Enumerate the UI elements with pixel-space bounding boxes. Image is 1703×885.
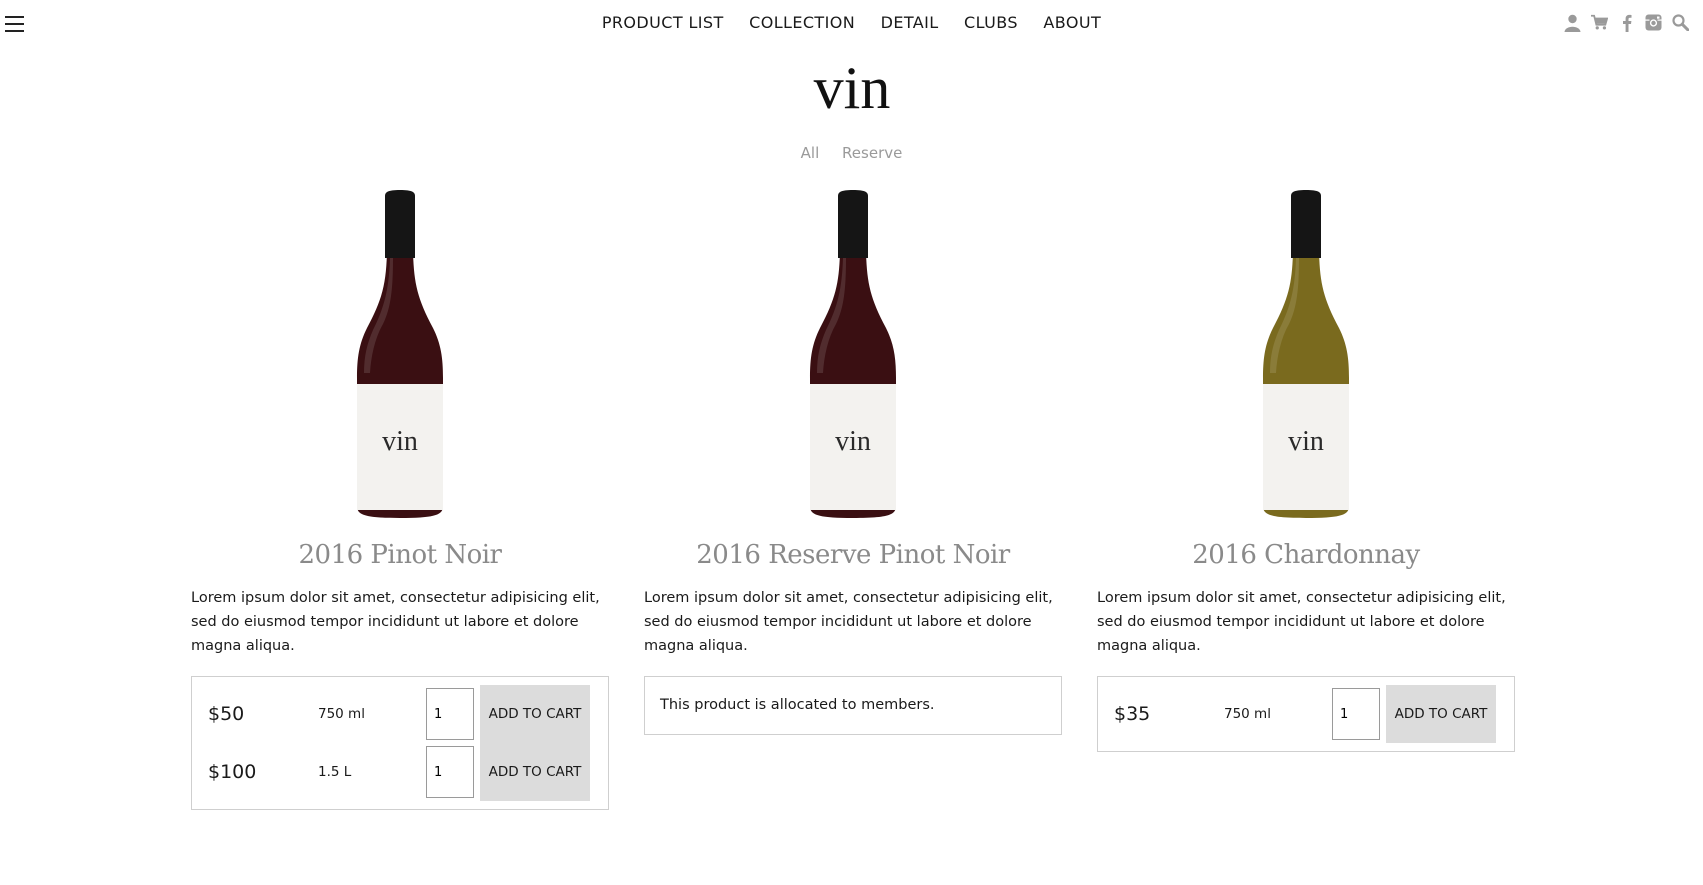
bottle-size: 750 ml <box>318 706 365 722</box>
nav-clubs[interactable]: CLUBS <box>964 13 1018 32</box>
logo-wordmark: vin <box>813 55 890 120</box>
filter-reserve[interactable]: Reserve <box>842 144 902 162</box>
bottle-label-text: vin <box>1288 426 1324 457</box>
filter-all[interactable]: All <box>801 144 820 162</box>
product-card: vin 2016 Reserve Pinot Noir Lorem ipsum … <box>644 188 1062 735</box>
vin-logo: vin <box>813 55 890 120</box>
purchase-row: $50 750 ml ADD TO CART <box>208 685 600 743</box>
nav-about[interactable]: ABOUT <box>1043 13 1101 32</box>
purchase-options: $50 750 ml ADD TO CART $100 1.5 L ADD TO… <box>191 676 609 810</box>
quantity-input[interactable] <box>426 746 474 798</box>
user-icon[interactable] <box>1564 13 1581 32</box>
bottle-label-text: vin <box>835 426 871 457</box>
bottle-size: 1.5 L <box>318 764 352 780</box>
product-image[interactable]: vin <box>191 188 609 528</box>
utility-icons <box>1564 13 1689 32</box>
purchase-row: $35 750 ml ADD TO CART <box>1114 685 1506 743</box>
nav-collection[interactable]: COLLECTION <box>749 13 855 32</box>
product-image[interactable]: vin <box>1097 188 1515 528</box>
nav-product-list[interactable]: PRODUCT LIST <box>602 13 724 32</box>
instagram-icon[interactable] <box>1645 13 1662 32</box>
bottle-capsule <box>1291 190 1321 258</box>
search-icon[interactable] <box>1672 13 1689 32</box>
product-card: vin 2016 Pinot Noir Lorem ipsum dolor si… <box>191 188 609 810</box>
price: $100 <box>208 761 257 783</box>
product-card: vin 2016 Chardonnay Lorem ipsum dolor si… <box>1097 188 1515 752</box>
product-image[interactable]: vin <box>644 188 1062 528</box>
cart-icon[interactable] <box>1591 13 1608 32</box>
purchase-options: $35 750 ml ADD TO CART <box>1097 676 1515 752</box>
product-description: Lorem ipsum dolor sit amet, consectetur … <box>1097 590 1506 654</box>
price: $35 <box>1114 703 1151 725</box>
add-to-cart-button[interactable]: ADD TO CART <box>1386 685 1496 743</box>
purchase-row: $100 1.5 L ADD TO CART <box>208 743 600 801</box>
add-to-cart-button[interactable]: ADD TO CART <box>480 743 590 801</box>
add-to-cart-button[interactable]: ADD TO CART <box>480 685 590 743</box>
nav-detail[interactable]: DETAIL <box>881 13 939 32</box>
category-filter: All Reserve <box>0 144 1703 162</box>
bottle-label-text: vin <box>382 426 418 457</box>
product-title[interactable]: 2016 Chardonnay <box>1097 540 1515 576</box>
product-title[interactable]: 2016 Reserve Pinot Noir <box>644 540 1062 576</box>
bottle-capsule <box>838 190 868 258</box>
members-only-notice: This product is allocated to members. <box>644 676 1062 735</box>
brand-logo[interactable]: vin <box>0 50 1703 124</box>
product-description: Lorem ipsum dolor sit amet, consectetur … <box>644 590 1053 654</box>
price: $50 <box>208 703 245 725</box>
product-title[interactable]: 2016 Pinot Noir <box>191 540 609 576</box>
quantity-input[interactable] <box>426 688 474 740</box>
product-description: Lorem ipsum dolor sit amet, consectetur … <box>191 590 600 654</box>
quantity-input[interactable] <box>1332 688 1380 740</box>
bottle-capsule <box>385 190 415 258</box>
bottle-size: 750 ml <box>1224 706 1271 722</box>
main-nav: PRODUCT LIST COLLECTION DETAIL CLUBS ABO… <box>0 13 1703 32</box>
facebook-icon[interactable] <box>1618 13 1635 32</box>
